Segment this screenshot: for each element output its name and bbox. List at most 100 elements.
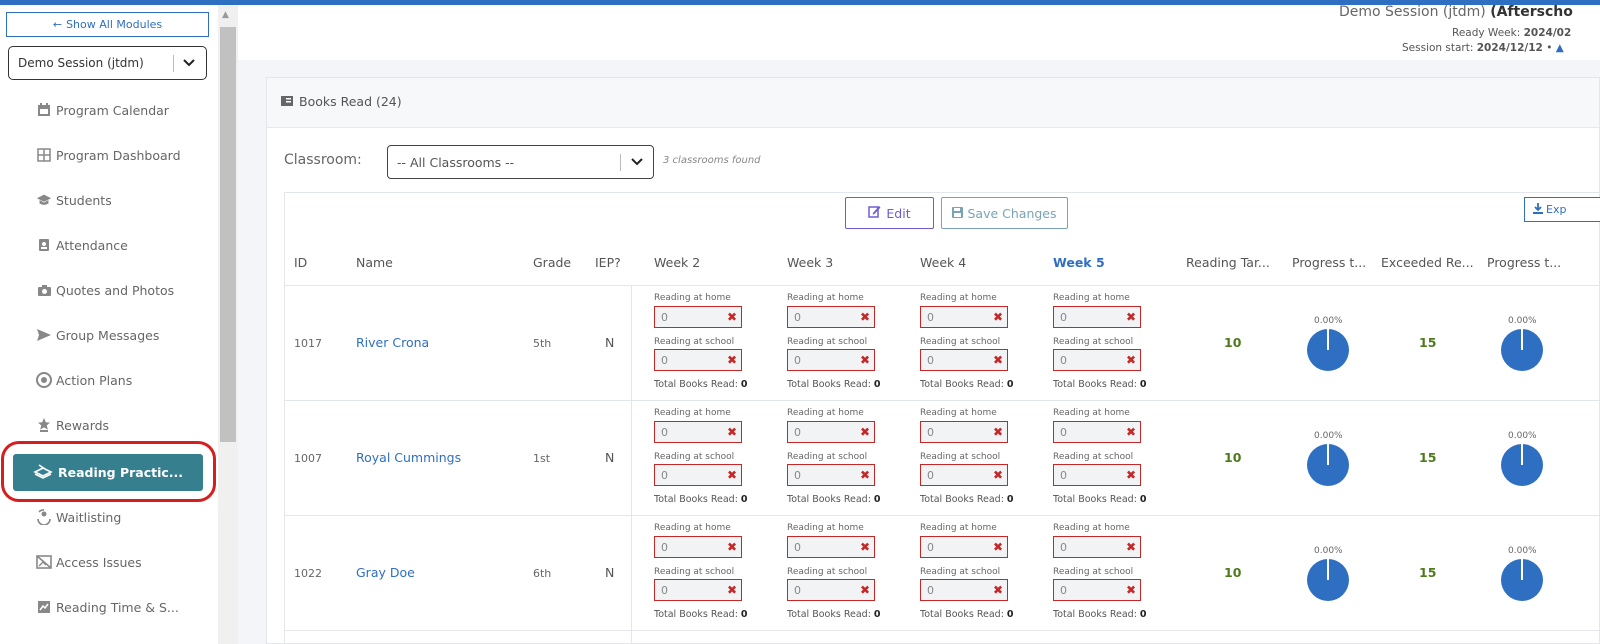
student-name-link[interactable]: Gray Doe bbox=[356, 565, 415, 580]
clear-icon[interactable]: ✖ bbox=[1126, 425, 1136, 439]
clear-icon[interactable]: ✖ bbox=[727, 468, 737, 482]
clear-icon[interactable]: ✖ bbox=[860, 425, 870, 439]
sidebar-scrollbar[interactable]: ▲ bbox=[218, 5, 238, 644]
reading-at-school-input[interactable]: 0 ✖ bbox=[654, 464, 742, 486]
total-label: Total Books Read: bbox=[654, 379, 738, 390]
reading-at-home-input[interactable]: 0 ✖ bbox=[787, 421, 875, 443]
column-header-week-4[interactable]: Week 4 bbox=[920, 255, 966, 270]
clear-icon[interactable]: ✖ bbox=[993, 468, 1003, 482]
reading-at-school-input[interactable]: 0 ✖ bbox=[787, 464, 875, 486]
reading-at-home-input[interactable]: 0 ✖ bbox=[920, 306, 1008, 328]
clear-icon[interactable]: ✖ bbox=[1126, 310, 1136, 324]
reading-at-school-input[interactable]: 0 ✖ bbox=[920, 349, 1008, 371]
clear-icon[interactable]: ✖ bbox=[727, 425, 737, 439]
show-all-modules-button[interactable]: ← Show All Modules bbox=[6, 12, 209, 37]
sidebar-item-quotes-and-photos[interactable]: Quotes and Photos bbox=[36, 279, 174, 301]
column-header-progress-2[interactable]: Progress t... bbox=[1487, 255, 1561, 270]
clear-icon[interactable]: ✖ bbox=[993, 583, 1003, 597]
sidebar-item-access-issues[interactable]: Access Issues bbox=[36, 551, 142, 573]
clear-icon[interactable]: ✖ bbox=[860, 583, 870, 597]
clear-icon[interactable]: ✖ bbox=[860, 310, 870, 324]
edit-button[interactable]: Edit bbox=[845, 197, 934, 229]
clear-icon[interactable]: ✖ bbox=[1126, 583, 1136, 597]
sidebar-item-label: Program Dashboard bbox=[56, 147, 181, 163]
column-header-exceeded[interactable]: Exceeded Re... bbox=[1381, 255, 1474, 270]
classroom-select[interactable]: -- All Classrooms -- bbox=[387, 145, 654, 179]
reading-at-school-input[interactable]: 0 ✖ bbox=[654, 349, 742, 371]
column-header-iep[interactable]: IEP? bbox=[595, 255, 621, 270]
clear-icon[interactable]: ✖ bbox=[860, 353, 870, 367]
column-header-week-5[interactable]: Week 5 bbox=[1053, 255, 1105, 270]
reading-at-home-label: Reading at home bbox=[787, 293, 864, 303]
clear-icon[interactable]: ✖ bbox=[860, 540, 870, 554]
reading-at-home-input[interactable]: 0 ✖ bbox=[1053, 536, 1141, 558]
sidebar-item-reading-practice[interactable]: Reading Practic... bbox=[13, 454, 203, 491]
reading-at-home-input[interactable]: 0 ✖ bbox=[787, 306, 875, 328]
reading-at-school-input[interactable]: 0 ✖ bbox=[1053, 579, 1141, 601]
scrollbar-thumb[interactable] bbox=[220, 27, 236, 442]
total-books-read: Total Books Read: 0 bbox=[787, 379, 881, 390]
save-changes-button[interactable]: Save Changes bbox=[941, 197, 1068, 229]
clear-icon[interactable]: ✖ bbox=[727, 310, 737, 324]
sidebar-item-waitlisting[interactable]: Waitlisting bbox=[36, 506, 121, 528]
sidebar-item-label: Students bbox=[56, 192, 112, 208]
clear-icon[interactable]: ✖ bbox=[1126, 468, 1136, 482]
sidebar-item-program-dashboard[interactable]: Program Dashboard bbox=[36, 144, 181, 166]
table-row: 1017 River Crona 5th N Reading at home 0 ✖ R… bbox=[285, 286, 1600, 401]
column-header-week-2[interactable]: Week 2 bbox=[654, 255, 700, 270]
reading-at-school-input[interactable]: 0 ✖ bbox=[787, 349, 875, 371]
reading-at-home-input[interactable]: 0 ✖ bbox=[920, 421, 1008, 443]
scroll-up-icon[interactable]: ▲ bbox=[222, 10, 229, 20]
clear-icon[interactable]: ✖ bbox=[727, 583, 737, 597]
clear-icon[interactable]: ✖ bbox=[993, 310, 1003, 324]
column-header-grade[interactable]: Grade bbox=[533, 255, 571, 270]
clear-icon[interactable]: ✖ bbox=[860, 468, 870, 482]
export-button[interactable]: Exp bbox=[1524, 197, 1600, 222]
reading-at-home-input[interactable]: 0 ✖ bbox=[1053, 306, 1141, 328]
reading-at-school-input[interactable]: 0 ✖ bbox=[654, 579, 742, 601]
clear-icon[interactable]: ✖ bbox=[1126, 540, 1136, 554]
clear-icon[interactable]: ✖ bbox=[993, 353, 1003, 367]
reading-at-school-input[interactable]: 0 ✖ bbox=[920, 579, 1008, 601]
reading-at-school-label: Reading at school bbox=[1053, 452, 1134, 462]
column-header-reading-target[interactable]: Reading Tar... bbox=[1186, 255, 1270, 270]
student-name-link[interactable]: River Crona bbox=[356, 335, 429, 350]
reading-at-home-input[interactable]: 0 ✖ bbox=[1053, 421, 1141, 443]
clear-icon[interactable]: ✖ bbox=[993, 425, 1003, 439]
input-value: 0 bbox=[794, 425, 801, 439]
reading-at-school-input[interactable]: 0 ✖ bbox=[1053, 464, 1141, 486]
clear-icon[interactable]: ✖ bbox=[993, 540, 1003, 554]
total-books-read: Total Books Read: 0 bbox=[654, 609, 748, 620]
reading-at-school-input[interactable]: 0 ✖ bbox=[1053, 349, 1141, 371]
reading-at-home-input[interactable]: 0 ✖ bbox=[920, 536, 1008, 558]
input-value: 0 bbox=[927, 425, 934, 439]
sidebar-item-program-calendar[interactable]: Program Calendar bbox=[36, 99, 169, 121]
session-select[interactable]: Demo Session (jtdm) bbox=[8, 46, 207, 80]
cell-grade: 6th bbox=[533, 567, 552, 580]
column-header-week-3[interactable]: Week 3 bbox=[787, 255, 833, 270]
reading-at-home-input[interactable]: 0 ✖ bbox=[654, 421, 742, 443]
sidebar-item-action-plans[interactable]: Action Plans bbox=[36, 369, 132, 391]
clear-icon[interactable]: ✖ bbox=[1126, 353, 1136, 367]
id-badge-icon bbox=[36, 237, 52, 253]
column-header-name[interactable]: Name bbox=[356, 255, 393, 270]
column-header-progress-1[interactable]: Progress t... bbox=[1292, 255, 1366, 270]
reading-at-school-input[interactable]: 0 ✖ bbox=[787, 579, 875, 601]
card-title-text: Books Read (24) bbox=[299, 94, 402, 109]
sidebar-item-rewards[interactable]: Rewards bbox=[36, 414, 109, 436]
sidebar-item-attendance[interactable]: Attendance bbox=[36, 234, 128, 256]
column-header-id[interactable]: ID bbox=[294, 255, 307, 270]
reading-at-home-input[interactable]: 0 ✖ bbox=[654, 536, 742, 558]
student-name-link[interactable]: Royal Cummings bbox=[356, 450, 461, 465]
clear-icon[interactable]: ✖ bbox=[727, 540, 737, 554]
total-value: 0 bbox=[740, 379, 748, 390]
sidebar-item-group-messages[interactable]: Group Messages bbox=[36, 324, 159, 346]
sidebar-item-reading-time[interactable]: Reading Time & S... bbox=[36, 596, 179, 618]
reading-at-school-input[interactable]: 0 ✖ bbox=[920, 464, 1008, 486]
reading-at-home-input[interactable]: 0 ✖ bbox=[654, 306, 742, 328]
camera-icon bbox=[36, 282, 52, 298]
input-value: 0 bbox=[794, 310, 801, 324]
reading-at-home-input[interactable]: 0 ✖ bbox=[787, 536, 875, 558]
clear-icon[interactable]: ✖ bbox=[727, 353, 737, 367]
sidebar-item-students[interactable]: Students bbox=[36, 189, 112, 211]
